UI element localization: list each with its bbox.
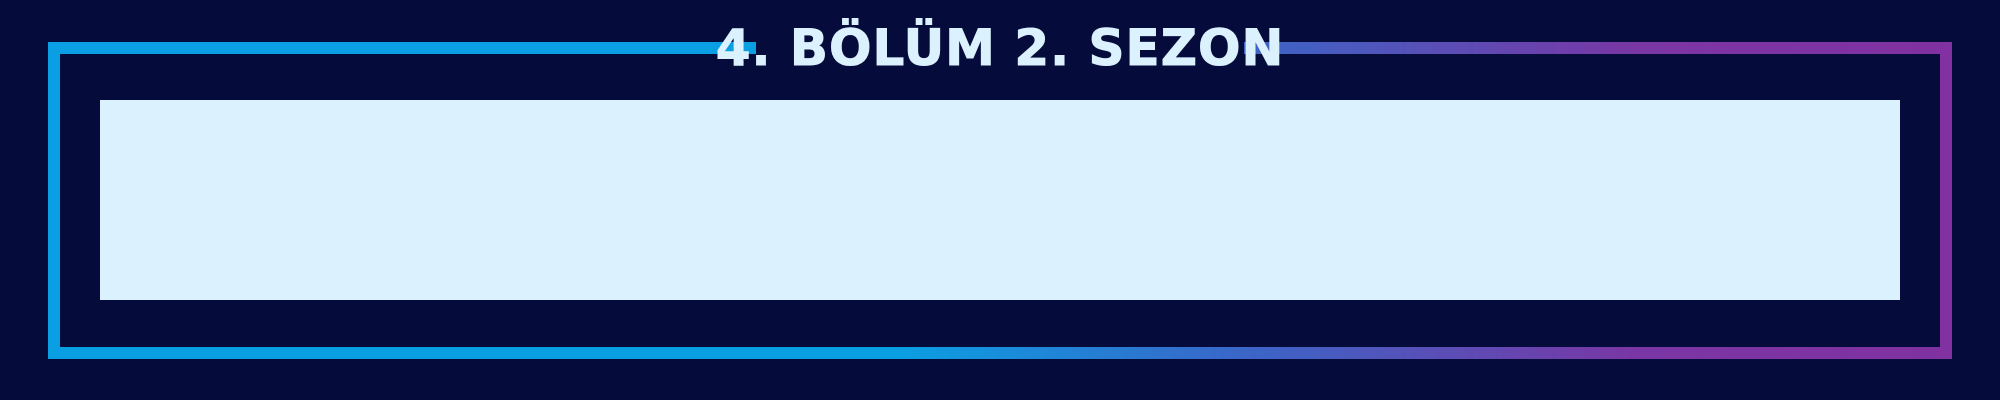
season-banner: 4. BÖLÜM 2. SEZON: [0, 0, 2000, 400]
content-panel: [100, 100, 1900, 300]
season-title: 4. BÖLÜM 2. SEZON: [715, 19, 1285, 78]
